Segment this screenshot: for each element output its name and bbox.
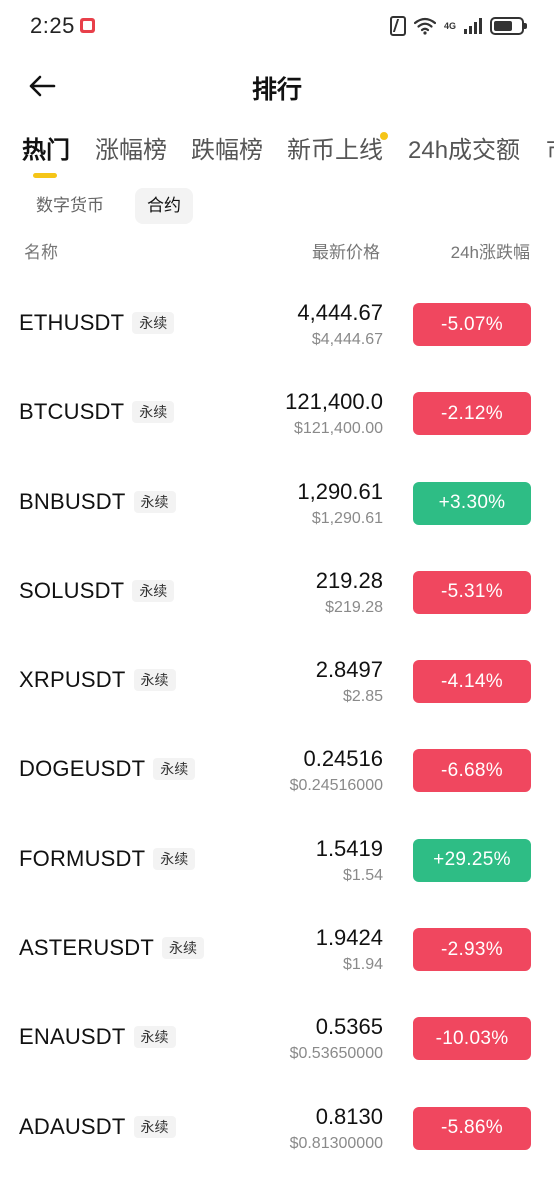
tab-hot[interactable]: 热门 bbox=[22, 130, 70, 165]
signal-icon bbox=[464, 18, 482, 34]
symbol: ASTERUSDT bbox=[19, 935, 155, 961]
last-price: 4,444.67 bbox=[297, 300, 383, 325]
last-price: 121,400.0 bbox=[285, 389, 383, 415]
price-usd: $0.53650000 bbox=[289, 1045, 383, 1063]
price-usd: $219.28 bbox=[325, 598, 383, 616]
change-badge[interactable]: -10.03% bbox=[413, 1017, 531, 1061]
symbol: BTCUSDT bbox=[19, 399, 125, 425]
list-item[interactable]: DOGEUSDT 永续 0.24516 $0.24516000 -6.68% bbox=[0, 726, 554, 815]
list-item[interactable]: SOLUSDT 永续 219.28 $219.28 -5.31% bbox=[0, 548, 554, 637]
network-type: 4G bbox=[443, 20, 456, 31]
symbol: ENAUSDT bbox=[19, 1024, 126, 1050]
last-price: 1.9424 bbox=[315, 925, 383, 951]
notification-app-icon bbox=[80, 18, 95, 33]
list-item[interactable]: ADAUSDT 永续 0.8130 $0.81300000 -5.86% bbox=[0, 1084, 554, 1173]
change-badge[interactable]: -5.31% bbox=[413, 570, 531, 614]
tab-losers[interactable]: 跌幅榜 bbox=[191, 130, 263, 165]
tab-24h-volume[interactable]: 24h成交额 bbox=[408, 130, 520, 165]
price-usd: $121,400.00 bbox=[294, 420, 383, 438]
price-usd: $0.24516000 bbox=[289, 777, 383, 795]
column-header-name[interactable]: 名称 bbox=[24, 238, 58, 263]
last-price: 219.28 bbox=[315, 567, 383, 593]
column-headers: 名称 最新价格 24h涨跌幅 bbox=[0, 238, 554, 264]
last-price: 1,290.61 bbox=[297, 478, 383, 504]
list-item[interactable]: BNBUSDT 永续 1,290.61 $1,290.61 +3.30% bbox=[0, 459, 554, 548]
symbol: BNBUSDT bbox=[19, 488, 126, 514]
last-price: 0.5365 bbox=[315, 1014, 383, 1040]
perpetual-badge: 永续 bbox=[133, 490, 176, 513]
perpetual-badge: 永续 bbox=[133, 1026, 176, 1049]
symbol: XRPUSDT bbox=[19, 667, 126, 693]
category-tabs: 热门 涨幅榜 跌幅榜 新币上线 24h成交额 市 bbox=[0, 130, 554, 180]
perpetual-badge: 永续 bbox=[132, 579, 175, 602]
perpetual-badge: 永续 bbox=[162, 937, 205, 960]
last-price: 1.5419 bbox=[315, 835, 383, 861]
perpetual-badge: 永续 bbox=[153, 758, 196, 781]
change-badge[interactable]: -2.93% bbox=[413, 928, 531, 972]
symbol: ETHUSDT bbox=[19, 310, 125, 335]
change-badge[interactable]: -2.12% bbox=[413, 392, 531, 436]
ranking-list: ETHUSDT 永续 4,444.67 $4,444.67 -5.07% BTCU… bbox=[0, 280, 554, 1173]
last-price: 2.8497 bbox=[315, 657, 383, 683]
change-badge[interactable]: -5.07% bbox=[413, 303, 531, 346]
change-badge[interactable]: -5.86% bbox=[413, 1106, 531, 1150]
perpetual-badge: 永续 bbox=[133, 1115, 176, 1138]
column-header-change[interactable]: 24h涨跌幅 bbox=[451, 238, 530, 263]
list-item[interactable]: ENAUSDT 永续 0.5365 $0.53650000 -10.03% bbox=[0, 994, 554, 1083]
battery-icon bbox=[490, 17, 527, 35]
symbol: FORMUSDT bbox=[19, 845, 146, 871]
change-badge[interactable]: -4.14% bbox=[413, 660, 531, 704]
price-usd: $1.54 bbox=[342, 866, 383, 884]
sub-tab-futures[interactable]: 合约 bbox=[135, 188, 193, 224]
list-item[interactable]: XRPUSDT 永续 2.8497 $2.85 -4.14% bbox=[0, 637, 554, 726]
list-item[interactable]: ASTERUSDT 永续 1.9424 $1.94 -2.93% bbox=[0, 905, 554, 994]
perpetual-badge: 永续 bbox=[133, 669, 176, 692]
symbol: DOGEUSDT bbox=[19, 756, 146, 782]
perpetual-badge: 永续 bbox=[153, 847, 196, 870]
tab-gainers[interactable]: 涨幅榜 bbox=[95, 130, 167, 165]
price-usd: $2.85 bbox=[342, 688, 383, 706]
list-item[interactable]: BTCUSDT 永续 121,400.0 $121,400.00 -2.12% bbox=[0, 369, 554, 458]
last-price: 0.24516 bbox=[303, 746, 383, 772]
price-usd: $4,444.67 bbox=[311, 331, 383, 348]
price-usd: $1.94 bbox=[342, 956, 383, 974]
network-label: 4G bbox=[443, 20, 456, 31]
change-badge[interactable]: +3.30% bbox=[413, 481, 531, 525]
status-bar: 2:25 4G bbox=[0, 0, 554, 52]
header: 排行 bbox=[0, 60, 554, 112]
symbol: SOLUSDT bbox=[19, 577, 125, 603]
column-header-price[interactable]: 最新价格 bbox=[312, 238, 380, 263]
wifi-icon bbox=[413, 17, 436, 35]
active-tab-indicator bbox=[33, 173, 57, 178]
tab-new-listings[interactable]: 新币上线 bbox=[287, 130, 383, 165]
status-icons: 4G bbox=[389, 14, 527, 38]
list-item[interactable]: FORMUSDT 永续 1.5419 $1.54 +29.25% bbox=[0, 816, 554, 905]
tab-market-cap[interactable]: 市 bbox=[546, 130, 554, 165]
sub-tab-spot[interactable]: 数字货币 bbox=[24, 188, 116, 224]
new-dot-indicator bbox=[380, 132, 388, 140]
nfc-icon bbox=[389, 16, 406, 36]
sub-tabs: 数字货币 合约 bbox=[0, 188, 554, 224]
perpetual-badge: 永续 bbox=[132, 312, 175, 334]
price-usd: $1,290.61 bbox=[311, 509, 383, 527]
change-badge[interactable]: -6.68% bbox=[413, 749, 531, 793]
price-usd: $0.81300000 bbox=[289, 1134, 383, 1152]
status-time: 2:25 bbox=[30, 13, 75, 38]
perpetual-badge: 永续 bbox=[132, 401, 175, 424]
last-price: 0.8130 bbox=[315, 1103, 383, 1129]
symbol: ADAUSDT bbox=[19, 1113, 126, 1139]
list-item[interactable]: ETHUSDT 永续 4,444.67 $4,444.67 -5.07% bbox=[0, 280, 554, 369]
change-badge[interactable]: +29.25% bbox=[413, 838, 531, 882]
page-title: 排行 bbox=[251, 76, 302, 104]
